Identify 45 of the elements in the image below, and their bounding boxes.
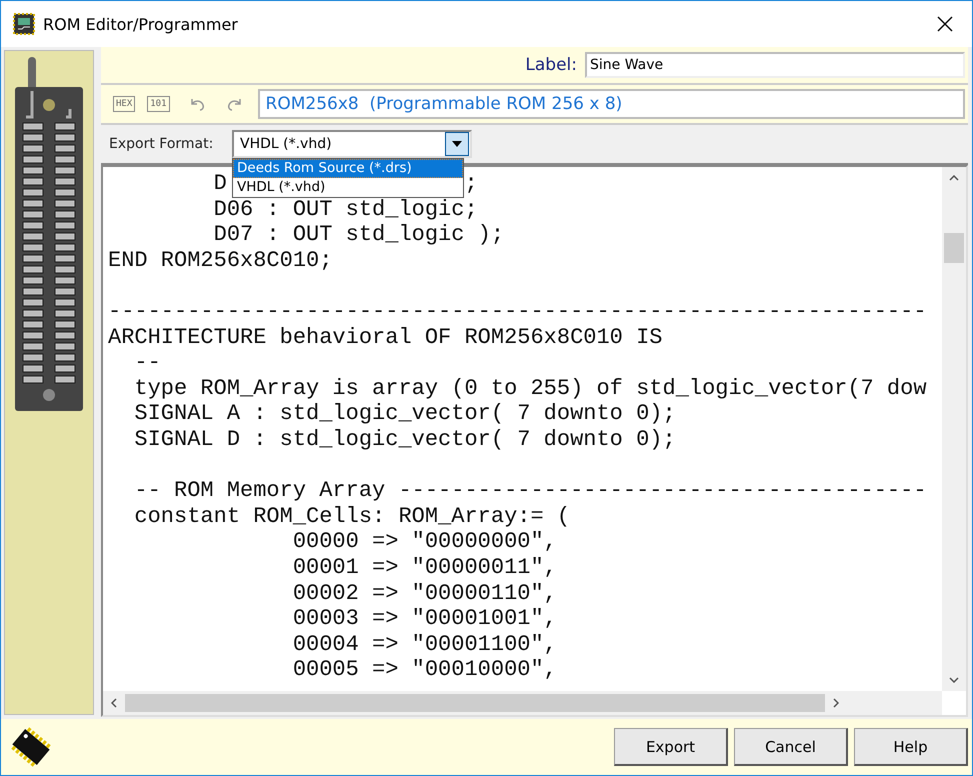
export-format-caption: Export Format:	[109, 136, 214, 152]
code-line: ARCHITECTURE behavioral OF ROM256x8C010 IS	[108, 324, 664, 350]
code-line: SIGNAL A : std_logic_vector( 7 downto 0);	[133, 401, 677, 427]
code-line: type ROM_Array is array (0 to 255) of std_logic_vector(7 dow	[133, 376, 928, 402]
code-line: 00000 => "00000000",	[292, 529, 558, 555]
export-format-dropdown[interactable]: VHDL (*.vhd)	[232, 130, 472, 158]
chip-icon	[13, 13, 35, 35]
code-line: D	[212, 171, 227, 196]
dropdown-option[interactable]: VHDL (*.vhd)	[233, 178, 463, 197]
code-line: 00003 => "00001001",	[292, 606, 558, 632]
dialog-button[interactable]: Help	[854, 728, 968, 766]
code-line: D07 : OUT std_logic );	[212, 222, 506, 248]
scrollbar-thumb[interactable]	[125, 694, 825, 712]
code-line: constant ROM_Cells: ROM_Array:= (	[133, 504, 572, 530]
description-field: ROM256x8 (Programmable ROM 256 x 8)	[258, 89, 965, 119]
close-icon[interactable]	[936, 15, 954, 33]
dropdown-option[interactable]: Deeds Rom Source (*.drs)	[233, 159, 463, 178]
scroll-right-icon[interactable]	[833, 698, 839, 708]
window-title: ROM Editor/Programmer	[43, 14, 238, 34]
code-line: 00005 => "00010000",	[292, 657, 558, 683]
scroll-up-icon[interactable]	[949, 175, 959, 181]
horizontal-scrollbar[interactable]	[103, 691, 942, 715]
code-line: 00002 => "00000110",	[292, 580, 558, 606]
redo-icon[interactable]	[226, 97, 244, 111]
dropdown-arrow-icon	[452, 141, 462, 147]
code-line: D06 : OUT std_logic;	[212, 196, 479, 222]
toolbar-button[interactable]: HEX	[113, 96, 136, 112]
code-line: -- ROM Memory Array ----------------------------------------	[133, 478, 928, 504]
code-line: 00001 => "00000011",	[292, 554, 558, 580]
label-field[interactable]: Sine Wave	[585, 52, 965, 78]
dialog-button[interactable]: Cancel	[734, 728, 848, 766]
scrollbar-thumb[interactable]	[944, 233, 964, 263]
dropdown-button[interactable]	[445, 132, 469, 156]
code-line: --------------------------------------------------------------	[108, 298, 928, 325]
dialog-button[interactable]: Export	[614, 728, 728, 766]
scroll-left-icon[interactable]	[111, 698, 117, 708]
scroll-down-icon[interactable]	[949, 677, 959, 683]
code-line: 00004 => "00001100",	[292, 632, 558, 658]
code-line: SIGNAL D : std_logic_vector( 7 downto 0);	[133, 426, 677, 453]
code-line: --	[133, 350, 162, 376]
code-line: ;	[464, 171, 478, 196]
vertical-scrollbar[interactable]	[942, 167, 966, 691]
toolbar-button[interactable]: 101	[147, 96, 170, 112]
label-caption: Label:	[525, 55, 577, 75]
code-line: END ROM256x8C010;	[108, 248, 334, 274]
